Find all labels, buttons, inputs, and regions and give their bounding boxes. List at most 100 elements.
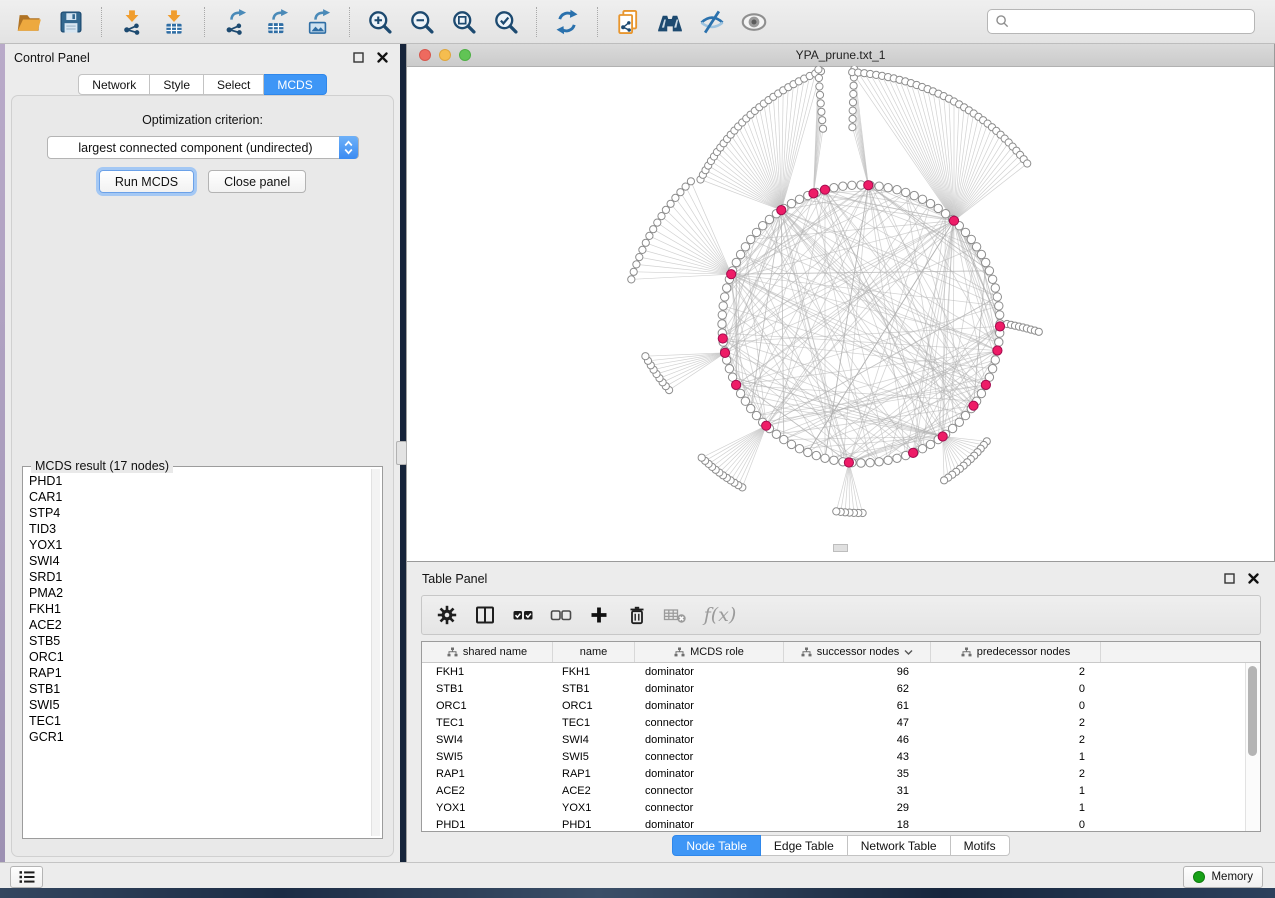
tab-style[interactable]: Style: [150, 74, 204, 95]
result-node[interactable]: ACE2: [29, 617, 382, 633]
table-row[interactable]: RAP1RAP1dominator352: [422, 765, 1260, 782]
table-cell: 0: [931, 683, 1101, 695]
zoom-in-button[interactable]: [362, 4, 398, 40]
vertical-splitter-grip[interactable]: [396, 441, 407, 465]
tab-select[interactable]: Select: [204, 74, 264, 95]
table-row[interactable]: SWI5SWI5connector431: [422, 748, 1260, 765]
table-toolbar: f(x): [421, 595, 1261, 635]
table-row[interactable]: ORC1ORC1dominator610: [422, 697, 1260, 714]
tab-network-table[interactable]: Network Table: [848, 835, 951, 856]
close-panel-button[interactable]: Close panel: [208, 170, 306, 193]
close-traffic-light[interactable]: [419, 49, 431, 61]
show-panels-button[interactable]: [10, 866, 43, 888]
table-row[interactable]: ACE2ACE2connector311: [422, 782, 1260, 799]
import-table-button[interactable]: [156, 4, 192, 40]
search-input[interactable]: [1015, 14, 1254, 30]
table-cell: STB1: [422, 683, 553, 695]
save-session-button[interactable]: [53, 4, 89, 40]
table-options-button[interactable]: [432, 600, 462, 630]
table-cell: FKH1: [553, 666, 635, 678]
table-cell: dominator: [635, 666, 784, 678]
deselect-all-checkbox-button[interactable]: [546, 600, 576, 630]
find-button[interactable]: [652, 4, 688, 40]
close-panel-icon[interactable]: [377, 52, 388, 63]
table-row[interactable]: YOX1YOX1connector291: [422, 799, 1260, 816]
result-node[interactable]: TEC1: [29, 713, 382, 729]
table-row[interactable]: TEC1TEC1connector472: [422, 714, 1260, 731]
delete-table-button[interactable]: [660, 600, 690, 630]
zoom-out-button[interactable]: [404, 4, 440, 40]
column-header-shared-name[interactable]: shared name: [422, 642, 553, 662]
result-node[interactable]: RAP1: [29, 665, 382, 681]
mcds-result-box: MCDS result (17 nodes) PHD1CAR1STP4TID3Y…: [22, 466, 383, 839]
tab-edge-table[interactable]: Edge Table: [761, 835, 848, 856]
toolbar-search-box[interactable]: [987, 9, 1255, 34]
delete-column-button[interactable]: [622, 600, 652, 630]
hierarchy-icon: [674, 647, 685, 657]
optimization-criterion-select[interactable]: largest connected component (undirected): [47, 136, 359, 159]
tab-mcds[interactable]: MCDS: [264, 74, 326, 95]
column-header-successor-nodes[interactable]: successor nodes: [784, 642, 931, 662]
zoom-fit-button[interactable]: [446, 4, 482, 40]
unchecked-checkboxes-icon: [549, 603, 573, 627]
table-row[interactable]: STB1STB1dominator620: [422, 680, 1260, 697]
open-file-button[interactable]: [11, 4, 47, 40]
run-mcds-button[interactable]: Run MCDS: [99, 170, 194, 193]
table-row[interactable]: PHD1PHD1dominator180: [422, 816, 1260, 832]
result-node[interactable]: STP4: [29, 505, 382, 521]
scrollbar-thumb[interactable]: [1248, 666, 1257, 756]
result-node[interactable]: STB5: [29, 633, 382, 649]
export-table-button[interactable]: [259, 4, 295, 40]
table-scrollbar[interactable]: [1245, 663, 1260, 831]
float-panel-icon[interactable]: [353, 52, 364, 63]
tab-node-table[interactable]: Node Table: [672, 835, 761, 856]
result-node[interactable]: SWI5: [29, 697, 382, 713]
export-network-button[interactable]: [217, 4, 253, 40]
export-network-icon: [221, 8, 249, 36]
float-panel-icon[interactable]: [1224, 573, 1235, 584]
control-panel: Control Panel NetworkStyleSelectMCDS Opt…: [5, 44, 400, 862]
export-image-icon: [305, 8, 333, 36]
result-node[interactable]: GCR1: [29, 729, 382, 745]
export-image-button[interactable]: [301, 4, 337, 40]
horizontal-splitter-grip[interactable]: [833, 544, 848, 552]
result-node[interactable]: STB1: [29, 681, 382, 697]
toolbar-separator: [204, 7, 205, 37]
column-header-predecessor-nodes[interactable]: predecessor nodes: [931, 642, 1101, 662]
show-columns-button[interactable]: [470, 600, 500, 630]
select-all-checkbox-button[interactable]: [508, 600, 538, 630]
tab-network[interactable]: Network: [78, 74, 150, 95]
result-node[interactable]: PHD1: [29, 473, 382, 489]
result-node[interactable]: SRD1: [29, 569, 382, 585]
result-node[interactable]: PMA2: [29, 585, 382, 601]
table-row[interactable]: FKH1FKH1dominator962: [422, 663, 1260, 680]
zoom-selected-button[interactable]: [488, 4, 524, 40]
minimize-traffic-light[interactable]: [439, 49, 451, 61]
table-cell: 35: [784, 768, 931, 780]
table-cell: 2: [931, 666, 1101, 678]
column-header-name[interactable]: name: [553, 642, 635, 662]
add-column-button[interactable]: [584, 600, 614, 630]
result-node[interactable]: ORC1: [29, 649, 382, 665]
bird-eye-view-button[interactable]: [736, 4, 772, 40]
close-panel-icon[interactable]: [1248, 573, 1259, 584]
result-scrollbar[interactable]: [371, 469, 380, 836]
network-canvas[interactable]: [407, 66, 1273, 560]
result-node[interactable]: CAR1: [29, 489, 382, 505]
function-builder-button[interactable]: f(x): [698, 600, 742, 630]
table-row[interactable]: SWI4SWI4dominator462: [422, 731, 1260, 748]
memory-button[interactable]: Memory: [1183, 866, 1263, 888]
result-node[interactable]: YOX1: [29, 537, 382, 553]
column-header-MCDS-role[interactable]: MCDS role: [635, 642, 784, 662]
result-node[interactable]: FKH1: [29, 601, 382, 617]
network-window-titlebar[interactable]: YPA_prune.txt_1: [407, 44, 1274, 67]
table-cell: STB1: [553, 683, 635, 695]
tab-motifs[interactable]: Motifs: [951, 835, 1010, 856]
toggle-graphics-details-button[interactable]: [694, 4, 730, 40]
result-node[interactable]: SWI4: [29, 553, 382, 569]
result-node[interactable]: TID3: [29, 521, 382, 537]
apply-layout-button[interactable]: [549, 4, 585, 40]
maximize-traffic-light[interactable]: [459, 49, 471, 61]
new-network-from-selection-button[interactable]: [610, 4, 646, 40]
import-network-button[interactable]: [114, 4, 150, 40]
